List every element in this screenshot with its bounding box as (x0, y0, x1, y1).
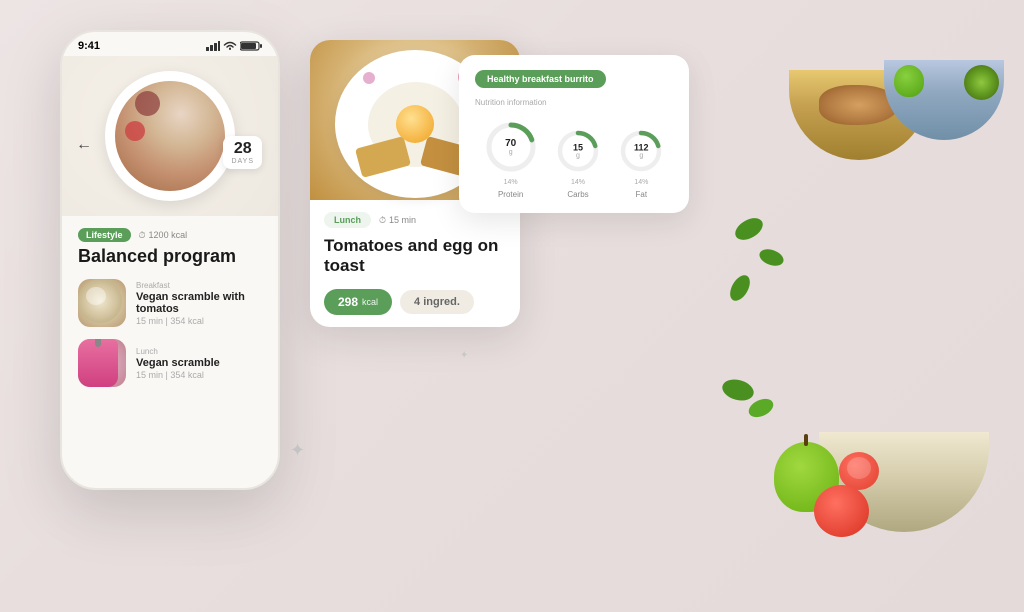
food-stats: 298 kcal 4 ingred. (324, 289, 506, 315)
meal-item[interactable]: Breakfast Vegan scramble with tomatos 15… (78, 279, 262, 327)
fat-label: Fat (636, 190, 648, 199)
food-tags: Lunch ⏱ 15 min (324, 212, 506, 228)
program-title: Balanced program (78, 246, 262, 267)
kcal-value: 298 (338, 295, 358, 309)
time-tag: ⏱ 15 min (379, 215, 416, 226)
nutrition-circles: 70 g 14% Protein 15 g 14% Carbs (475, 119, 673, 199)
background-food (694, 0, 1024, 612)
meal-info: Lunch Vegan scramble 15 min | 354 kcal (136, 347, 262, 380)
carbs-value: 15 (573, 143, 583, 153)
food-card-body: Lunch ⏱ 15 min Tomatoes and egg on toast… (310, 200, 520, 327)
status-time: 9:41 (78, 40, 100, 52)
kcal-info: 1200 kcal (149, 230, 188, 240)
clock-icon: ⏱ (379, 215, 386, 226)
status-icons (206, 41, 262, 51)
egg-yolk (396, 105, 434, 143)
nutrition-title: Healthy breakfast burrito (475, 70, 606, 88)
phone-content: Lifestyle ⏱ 1200 kcal Balanced program B… (62, 216, 278, 411)
meal-thumbnail (78, 279, 126, 327)
protein-value: 70 (505, 138, 516, 149)
meal-thumbnail (78, 339, 126, 387)
nutrition-card: Healthy breakfast burrito Nutrition info… (459, 55, 689, 213)
battery-icon (240, 41, 262, 51)
days-number: 28 (231, 140, 254, 158)
wifi-icon (223, 41, 237, 51)
fat-donut: 112 g (617, 127, 665, 175)
ingred-pill: 4 ingred. (400, 290, 474, 314)
egg-white (368, 82, 463, 167)
flower-decoration (363, 72, 375, 84)
kcal-meta: ⏱ 1200 kcal (139, 230, 188, 241)
sparkle-icon: ✦ (460, 350, 468, 361)
back-arrow[interactable]: ← (76, 136, 92, 154)
carbs-donut: 15 g (554, 127, 602, 175)
nutrition-fat: 112 g 14% Fat (617, 127, 665, 199)
program-meta: Lifestyle ⏱ 1200 kcal (78, 228, 262, 242)
meal-category: Breakfast (136, 281, 262, 290)
hero-image: 28 DAYS ← (62, 56, 278, 216)
plate (105, 71, 235, 201)
spinach-leaf (732, 214, 767, 245)
days-label: DAYS (231, 158, 254, 165)
protein-label: Protein (498, 190, 523, 199)
meal-info: Breakfast Vegan scramble with tomatos 15… (136, 281, 262, 326)
spinach-leaf (720, 376, 756, 404)
ingred-value: 4 (414, 296, 420, 308)
nutrition-label: Nutrition information (475, 98, 673, 107)
spinach-leaf (746, 395, 776, 420)
nutrition-carbs: 15 g 14% Carbs (554, 127, 602, 199)
meal-item[interactable]: Lunch Vegan scramble 15 min | 354 kcal (78, 339, 262, 387)
time-value: 15 min (389, 215, 416, 225)
carbs-label: Carbs (567, 190, 588, 199)
toast-piece (354, 136, 410, 178)
meal-category: Lunch (136, 347, 262, 356)
lifestyle-badge: Lifestyle (78, 228, 131, 242)
meal-detail: 15 min | 354 kcal (136, 370, 262, 380)
food-title: Tomatoes and egg on toast (324, 236, 506, 277)
tomato-decoration (814, 485, 869, 537)
plate-food (115, 81, 225, 191)
sparkle-icon: ✦ (290, 440, 305, 461)
meal-detail: 15 min | 354 kcal (136, 316, 262, 326)
nutrition-protein: 70 g 14% Protein (483, 119, 539, 199)
spinach-leaf (726, 272, 754, 304)
meal-name: Vegan scramble (136, 357, 262, 369)
fat-value: 112 (634, 143, 649, 153)
days-badge: 28 DAYS (223, 136, 262, 169)
ingred-label: ingred. (423, 296, 460, 308)
spinach-leaf (757, 246, 786, 269)
kcal-label: kcal (362, 297, 378, 307)
protein-donut: 70 g (483, 119, 539, 175)
meal-name: Vegan scramble with tomatos (136, 291, 262, 315)
signal-icon (206, 41, 220, 51)
clock-icon: ⏱ (139, 230, 146, 241)
fruit-bowl (879, 50, 1009, 160)
kcal-pill: 298 kcal (324, 289, 392, 315)
lunch-tag: Lunch (324, 212, 371, 228)
phone-mockup: 9:41 28 DAYS (60, 30, 280, 490)
status-bar: 9:41 (62, 32, 278, 56)
